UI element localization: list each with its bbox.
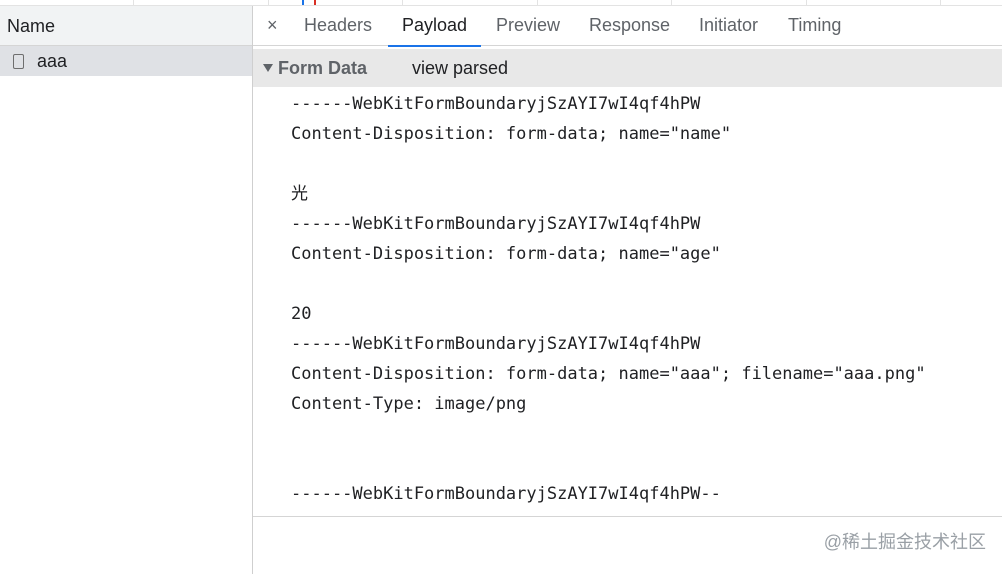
payload-line (291, 269, 926, 299)
tab-payload[interactable]: Payload (387, 6, 482, 47)
payload-line: Content-Disposition: form-data; name="na… (291, 124, 732, 144)
payload-line (291, 149, 926, 179)
devtools-network-panel: Name aaa × Headers Payload Preview Respo… (0, 0, 1002, 574)
payload-line: Content-Disposition: form-data; name="ag… (291, 244, 721, 264)
details-tabbar: × Headers Payload Preview Response Initi… (253, 6, 1002, 47)
name-column-label: Name (7, 16, 56, 36)
payload-line: ------WebKitFormBoundaryjSzAYI7wI4qf4hPW (291, 214, 701, 234)
request-row[interactable]: aaa (0, 46, 252, 76)
request-name: aaa (37, 50, 68, 71)
tab-headers[interactable]: Headers (304, 6, 372, 46)
document-icon (13, 53, 24, 69)
payload-line (291, 419, 926, 449)
watermark: @稀土掘金技术社区 (823, 532, 986, 552)
payload-line: Content-Disposition: form-data; name="aa… (291, 364, 926, 384)
tab-initiator[interactable]: Initiator (699, 6, 758, 46)
payload-line: 20 (291, 304, 312, 324)
expand-triangle-icon[interactable] (263, 64, 273, 72)
request-list: Name aaa (0, 6, 253, 574)
tab-response[interactable]: Response (589, 6, 670, 46)
tab-preview[interactable]: Preview (496, 6, 560, 46)
view-parsed-toggle[interactable]: view parsed (412, 49, 508, 87)
close-icon[interactable]: × (267, 6, 278, 46)
name-column-header[interactable]: Name (0, 6, 252, 46)
payload-source: ------WebKitFormBoundaryjSzAYI7wI4qf4hPW… (291, 89, 926, 509)
tab-timing[interactable]: Timing (788, 6, 841, 46)
divider (253, 516, 1002, 517)
request-details: × Headers Payload Preview Response Initi… (253, 6, 1002, 574)
payload-line: ------WebKitFormBoundaryjSzAYI7wI4qf4hPW (291, 334, 701, 354)
dom-content-loaded-marker (302, 0, 304, 5)
payload-line: ------WebKitFormBoundaryjSzAYI7wI4qf4hPW… (291, 484, 721, 504)
form-data-section-header[interactable]: Form Data view parsed (253, 49, 1002, 87)
load-event-marker (314, 0, 316, 5)
payload-line: Content-Type: image/png (291, 394, 527, 414)
payload-line: ------WebKitFormBoundaryjSzAYI7wI4qf4hPW (291, 94, 701, 114)
payload-line (291, 449, 926, 479)
payload-line: 光 (291, 184, 308, 204)
section-title: Form Data (278, 58, 368, 78)
